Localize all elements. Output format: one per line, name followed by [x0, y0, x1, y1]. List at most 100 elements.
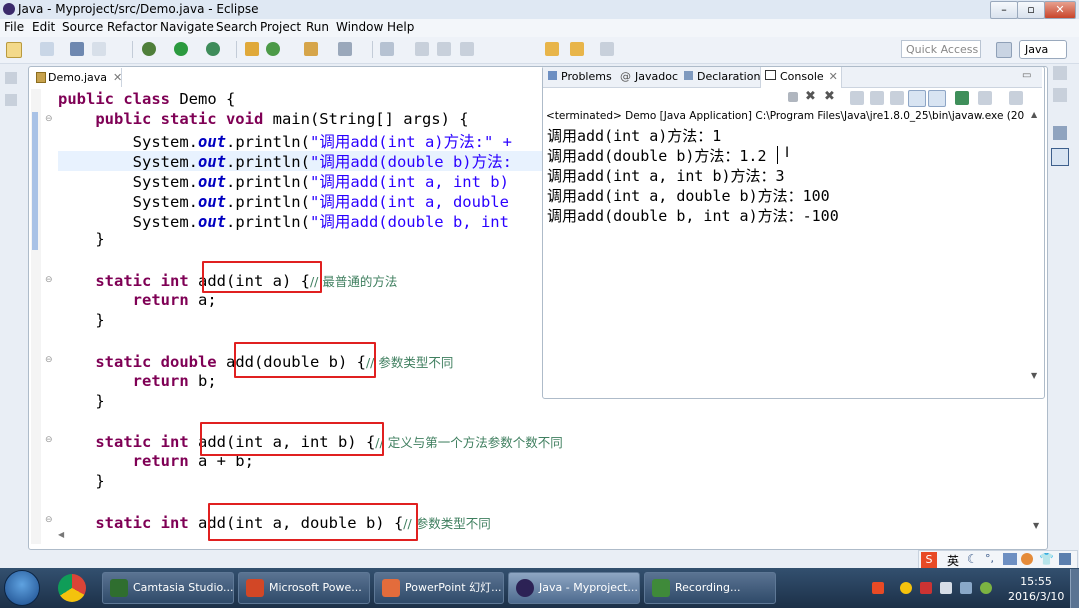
- maximize-icon[interactable]: [1053, 88, 1067, 102]
- remove-all-icon[interactable]: ✖: [824, 89, 835, 104]
- last-edit-icon[interactable]: [460, 42, 474, 56]
- fold-toggle-icon[interactable]: ⊖: [45, 435, 53, 445]
- minimize-view-icon[interactable]: ▭: [1022, 70, 1031, 81]
- tab-close-icon[interactable]: ✕: [829, 70, 838, 83]
- pin-console-icon[interactable]: [908, 90, 926, 107]
- tab-close-icon[interactable]: ✕: [113, 71, 122, 84]
- terminate-icon[interactable]: [788, 92, 798, 102]
- tab-problems[interactable]: Problems: [548, 70, 612, 83]
- maximize-button[interactable]: ▫: [1017, 1, 1045, 19]
- editor-horizontal-scrollbar[interactable]: ◀: [58, 530, 1033, 542]
- menu-refactor[interactable]: Refactor: [107, 20, 157, 34]
- chrome-icon[interactable]: [58, 574, 86, 602]
- print-icon[interactable]: [92, 42, 106, 56]
- security-tray-icon[interactable]: [900, 582, 912, 594]
- close-button[interactable]: ✕: [1044, 1, 1076, 19]
- update-tray-icon[interactable]: [980, 582, 992, 594]
- debug-icon[interactable]: [142, 42, 156, 56]
- word-wrap-icon[interactable]: [890, 91, 904, 105]
- code-line[interactable]: return a;: [58, 291, 217, 309]
- code-line[interactable]: System.out.println("调用add(int a)方法:" +: [58, 130, 545, 152]
- next-annotation-icon[interactable]: [415, 42, 429, 56]
- console-vertical-scrollbar[interactable]: ▲ ▼: [1029, 110, 1041, 380]
- code-line[interactable]: }: [58, 311, 104, 329]
- open-perspective-icon[interactable]: [996, 42, 1012, 58]
- toolbox-icon[interactable]: [1059, 553, 1071, 565]
- tab-console[interactable]: Console ✕: [765, 70, 838, 83]
- camtasia-icon: [110, 579, 128, 597]
- run-icon[interactable]: [174, 42, 188, 56]
- tab-declaration[interactable]: Declaration: [684, 70, 760, 83]
- menu-navigate[interactable]: Navigate: [160, 20, 214, 34]
- code-line[interactable]: public static void main(String[] args) {: [58, 110, 468, 128]
- system-clock[interactable]: 15:55 2016/3/10: [1008, 574, 1064, 604]
- moon-icon[interactable]: ☾: [967, 552, 978, 566]
- toolbar-separator: [372, 41, 373, 58]
- app-tray-icon[interactable]: [920, 582, 932, 594]
- fold-toggle-icon[interactable]: ⊖: [45, 515, 53, 525]
- menu-search[interactable]: Search: [216, 20, 257, 34]
- code-line[interactable]: System.out.println("调用add(int a, double: [58, 190, 545, 212]
- show-desktop-button[interactable]: [1070, 569, 1079, 608]
- code-line[interactable]: }: [58, 392, 104, 410]
- text-cursor: [777, 146, 778, 164]
- tab-javadoc[interactable]: @ Javadoc: [620, 70, 678, 83]
- prev-annotation-icon[interactable]: [437, 42, 451, 56]
- keyboard-icon[interactable]: [1003, 553, 1017, 565]
- ime-toolbar[interactable]: S 英 ☾ °, 👕: [918, 550, 1078, 570]
- fold-toggle-icon[interactable]: ⊖: [45, 114, 53, 124]
- shirt-icon[interactable]: 👕: [1039, 552, 1054, 566]
- new-class-icon[interactable]: [266, 42, 280, 56]
- network-icon[interactable]: [960, 582, 972, 594]
- volume-icon[interactable]: [940, 582, 952, 594]
- code-line[interactable]: System.out.println("调用add(double b)方法:: [58, 150, 545, 172]
- ime-language[interactable]: 英: [947, 552, 959, 569]
- show-on-output-icon[interactable]: [928, 90, 946, 107]
- sogou-icon[interactable]: S: [921, 552, 937, 568]
- fold-toggle-icon[interactable]: ⊖: [45, 275, 53, 285]
- code-line[interactable]: System.out.println("调用add(int a, int b): [58, 170, 545, 192]
- code-line[interactable]: }: [58, 230, 104, 248]
- code-line[interactable]: public class Demo {: [58, 90, 235, 108]
- sogou-tray-icon[interactable]: [872, 582, 884, 594]
- menu-help[interactable]: Help: [387, 20, 414, 34]
- menu-window[interactable]: Window: [336, 20, 383, 34]
- menu-source[interactable]: Source: [62, 20, 103, 34]
- start-button[interactable]: [4, 570, 40, 606]
- minimize-button[interactable]: –: [990, 1, 1018, 19]
- task-list-icon[interactable]: [1051, 148, 1069, 166]
- java-perspective-button[interactable]: Java: [1019, 40, 1067, 59]
- new-icon[interactable]: [6, 42, 22, 58]
- restore-icon[interactable]: [1053, 66, 1067, 80]
- left-maximize-icon[interactable]: [5, 94, 17, 106]
- forward-icon[interactable]: [600, 42, 614, 56]
- save-all-icon[interactable]: [70, 42, 84, 56]
- display-console-icon[interactable]: [955, 91, 969, 105]
- search-icon[interactable]: [338, 42, 352, 56]
- skin-icon[interactable]: [1021, 553, 1033, 565]
- quick-access-input[interactable]: Quick Access: [901, 40, 981, 58]
- open-type-icon[interactable]: [304, 42, 318, 56]
- new-java-project-icon[interactable]: [245, 42, 259, 56]
- code-line[interactable]: }: [58, 472, 104, 490]
- left-restore-icon[interactable]: [5, 72, 17, 84]
- fold-toggle-icon[interactable]: ⊖: [45, 355, 53, 365]
- back-icon[interactable]: [545, 42, 559, 56]
- save-icon[interactable]: [40, 42, 54, 56]
- coverage-icon[interactable]: [206, 42, 220, 56]
- code-line[interactable]: System.out.println("调用add(double b, int: [58, 210, 545, 232]
- menu-run[interactable]: Run: [306, 20, 329, 34]
- punct-icon[interactable]: °,: [985, 552, 994, 565]
- scroll-lock-icon[interactable]: [870, 91, 884, 105]
- menu-project[interactable]: Project: [260, 20, 301, 34]
- menu-file[interactable]: File: [4, 20, 24, 34]
- open-console-icon[interactable]: [978, 91, 992, 105]
- code-line[interactable]: return b;: [58, 372, 217, 390]
- history-back-icon[interactable]: [570, 42, 584, 56]
- clear-console-icon[interactable]: [850, 91, 864, 105]
- menu-edit[interactable]: Edit: [32, 20, 55, 34]
- new-console-icon[interactable]: [1009, 91, 1023, 105]
- remove-launch-icon[interactable]: ✖: [805, 89, 816, 104]
- outline-icon[interactable]: [1053, 126, 1067, 140]
- annotation-icon[interactable]: [380, 42, 394, 56]
